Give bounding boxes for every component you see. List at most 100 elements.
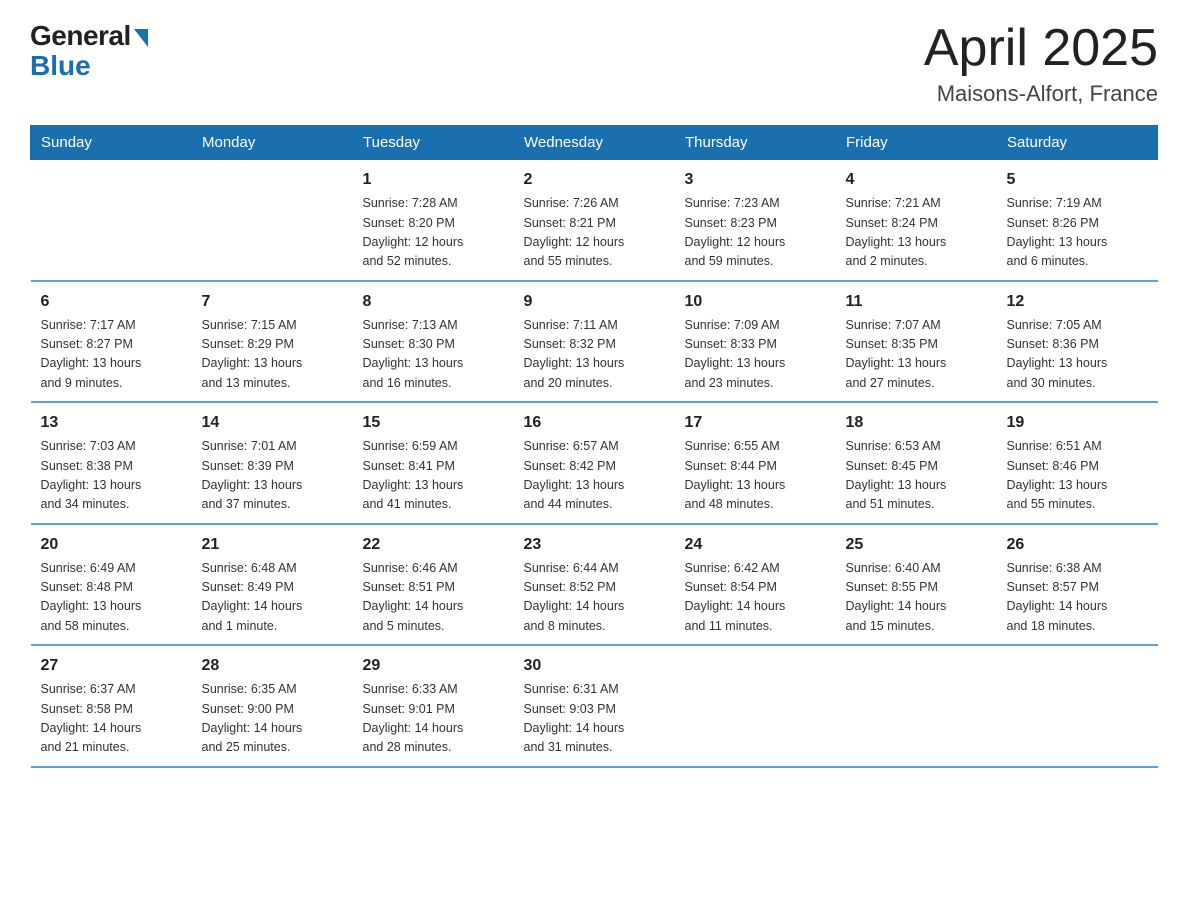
day-info: Sunrise: 7:26 AMSunset: 8:21 PMDaylight:…: [524, 194, 665, 272]
week-row-2: 6Sunrise: 7:17 AMSunset: 8:27 PMDaylight…: [31, 281, 1158, 403]
month-year-title: April 2025: [924, 20, 1158, 77]
day-number: 14: [202, 411, 343, 435]
weekday-header-friday: Friday: [836, 126, 997, 160]
week-row-1: 1Sunrise: 7:28 AMSunset: 8:20 PMDaylight…: [31, 160, 1158, 281]
day-info: Sunrise: 6:51 AMSunset: 8:46 PMDaylight:…: [1007, 437, 1148, 515]
calendar-cell: 20Sunrise: 6:49 AMSunset: 8:48 PMDayligh…: [31, 524, 192, 646]
day-number: 19: [1007, 411, 1148, 435]
day-info: Sunrise: 7:03 AMSunset: 8:38 PMDaylight:…: [41, 437, 182, 515]
day-number: 23: [524, 533, 665, 557]
calendar-cell: 11Sunrise: 7:07 AMSunset: 8:35 PMDayligh…: [836, 281, 997, 403]
day-number: 1: [363, 168, 504, 192]
calendar-header: SundayMondayTuesdayWednesdayThursdayFrid…: [31, 126, 1158, 160]
calendar-cell: 25Sunrise: 6:40 AMSunset: 8:55 PMDayligh…: [836, 524, 997, 646]
day-info: Sunrise: 6:44 AMSunset: 8:52 PMDaylight:…: [524, 559, 665, 637]
day-number: 29: [363, 654, 504, 678]
calendar-cell: 29Sunrise: 6:33 AMSunset: 9:01 PMDayligh…: [353, 645, 514, 767]
calendar-cell: 14Sunrise: 7:01 AMSunset: 8:39 PMDayligh…: [192, 402, 353, 524]
day-number: 20: [41, 533, 182, 557]
calendar-cell: 15Sunrise: 6:59 AMSunset: 8:41 PMDayligh…: [353, 402, 514, 524]
weekday-header-thursday: Thursday: [675, 126, 836, 160]
day-number: 10: [685, 290, 826, 314]
logo-arrow-icon: [134, 29, 148, 47]
day-info: Sunrise: 7:17 AMSunset: 8:27 PMDaylight:…: [41, 316, 182, 394]
day-info: Sunrise: 6:33 AMSunset: 9:01 PMDaylight:…: [363, 680, 504, 758]
calendar-body: 1Sunrise: 7:28 AMSunset: 8:20 PMDaylight…: [31, 160, 1158, 767]
day-number: 13: [41, 411, 182, 435]
day-info: Sunrise: 7:07 AMSunset: 8:35 PMDaylight:…: [846, 316, 987, 394]
day-number: 15: [363, 411, 504, 435]
weekday-header-monday: Monday: [192, 126, 353, 160]
day-info: Sunrise: 6:46 AMSunset: 8:51 PMDaylight:…: [363, 559, 504, 637]
calendar-cell: 30Sunrise: 6:31 AMSunset: 9:03 PMDayligh…: [514, 645, 675, 767]
day-number: 3: [685, 168, 826, 192]
day-number: 16: [524, 411, 665, 435]
day-number: 12: [1007, 290, 1148, 314]
calendar-cell: 16Sunrise: 6:57 AMSunset: 8:42 PMDayligh…: [514, 402, 675, 524]
logo-general-text: General: [30, 20, 131, 52]
day-info: Sunrise: 6:57 AMSunset: 8:42 PMDaylight:…: [524, 437, 665, 515]
calendar-cell: 2Sunrise: 7:26 AMSunset: 8:21 PMDaylight…: [514, 160, 675, 281]
week-row-4: 20Sunrise: 6:49 AMSunset: 8:48 PMDayligh…: [31, 524, 1158, 646]
day-info: Sunrise: 7:23 AMSunset: 8:23 PMDaylight:…: [685, 194, 826, 272]
day-info: Sunrise: 6:55 AMSunset: 8:44 PMDaylight:…: [685, 437, 826, 515]
weekday-header-tuesday: Tuesday: [353, 126, 514, 160]
day-number: 6: [41, 290, 182, 314]
day-number: 11: [846, 290, 987, 314]
day-info: Sunrise: 6:48 AMSunset: 8:49 PMDaylight:…: [202, 559, 343, 637]
day-info: Sunrise: 7:09 AMSunset: 8:33 PMDaylight:…: [685, 316, 826, 394]
calendar-cell: [997, 645, 1158, 767]
calendar-cell: 17Sunrise: 6:55 AMSunset: 8:44 PMDayligh…: [675, 402, 836, 524]
day-number: 21: [202, 533, 343, 557]
day-info: Sunrise: 7:19 AMSunset: 8:26 PMDaylight:…: [1007, 194, 1148, 272]
calendar-cell: 21Sunrise: 6:48 AMSunset: 8:49 PMDayligh…: [192, 524, 353, 646]
day-number: 9: [524, 290, 665, 314]
week-row-3: 13Sunrise: 7:03 AMSunset: 8:38 PMDayligh…: [31, 402, 1158, 524]
calendar-cell: 18Sunrise: 6:53 AMSunset: 8:45 PMDayligh…: [836, 402, 997, 524]
day-info: Sunrise: 6:59 AMSunset: 8:41 PMDaylight:…: [363, 437, 504, 515]
week-row-5: 27Sunrise: 6:37 AMSunset: 8:58 PMDayligh…: [31, 645, 1158, 767]
weekday-header-saturday: Saturday: [997, 126, 1158, 160]
day-number: 4: [846, 168, 987, 192]
calendar-cell: [192, 160, 353, 281]
calendar-cell: 6Sunrise: 7:17 AMSunset: 8:27 PMDaylight…: [31, 281, 192, 403]
day-info: Sunrise: 6:31 AMSunset: 9:03 PMDaylight:…: [524, 680, 665, 758]
logo-blue-text: Blue: [30, 50, 91, 82]
calendar-cell: 22Sunrise: 6:46 AMSunset: 8:51 PMDayligh…: [353, 524, 514, 646]
location-subtitle: Maisons-Alfort, France: [924, 81, 1158, 107]
weekday-header-wednesday: Wednesday: [514, 126, 675, 160]
calendar-cell: 7Sunrise: 7:15 AMSunset: 8:29 PMDaylight…: [192, 281, 353, 403]
calendar-cell: 23Sunrise: 6:44 AMSunset: 8:52 PMDayligh…: [514, 524, 675, 646]
weekday-header-sunday: Sunday: [31, 126, 192, 160]
day-info: Sunrise: 6:49 AMSunset: 8:48 PMDaylight:…: [41, 559, 182, 637]
logo: General Blue: [30, 20, 148, 82]
day-number: 7: [202, 290, 343, 314]
calendar-cell: 10Sunrise: 7:09 AMSunset: 8:33 PMDayligh…: [675, 281, 836, 403]
day-number: 24: [685, 533, 826, 557]
day-info: Sunrise: 6:53 AMSunset: 8:45 PMDaylight:…: [846, 437, 987, 515]
day-number: 26: [1007, 533, 1148, 557]
calendar-cell: [31, 160, 192, 281]
day-number: 5: [1007, 168, 1148, 192]
weekday-header-row: SundayMondayTuesdayWednesdayThursdayFrid…: [31, 126, 1158, 160]
calendar-cell: 4Sunrise: 7:21 AMSunset: 8:24 PMDaylight…: [836, 160, 997, 281]
day-info: Sunrise: 6:35 AMSunset: 9:00 PMDaylight:…: [202, 680, 343, 758]
day-number: 2: [524, 168, 665, 192]
day-number: 30: [524, 654, 665, 678]
day-info: Sunrise: 7:13 AMSunset: 8:30 PMDaylight:…: [363, 316, 504, 394]
page-header: General Blue April 2025 Maisons-Alfort, …: [30, 20, 1158, 107]
day-number: 8: [363, 290, 504, 314]
calendar-cell: 26Sunrise: 6:38 AMSunset: 8:57 PMDayligh…: [997, 524, 1158, 646]
calendar-cell: 13Sunrise: 7:03 AMSunset: 8:38 PMDayligh…: [31, 402, 192, 524]
calendar-cell: 5Sunrise: 7:19 AMSunset: 8:26 PMDaylight…: [997, 160, 1158, 281]
calendar-cell: [836, 645, 997, 767]
day-info: Sunrise: 7:05 AMSunset: 8:36 PMDaylight:…: [1007, 316, 1148, 394]
day-info: Sunrise: 7:01 AMSunset: 8:39 PMDaylight:…: [202, 437, 343, 515]
calendar-cell: 24Sunrise: 6:42 AMSunset: 8:54 PMDayligh…: [675, 524, 836, 646]
calendar-cell: 1Sunrise: 7:28 AMSunset: 8:20 PMDaylight…: [353, 160, 514, 281]
day-info: Sunrise: 6:37 AMSunset: 8:58 PMDaylight:…: [41, 680, 182, 758]
day-number: 28: [202, 654, 343, 678]
day-number: 22: [363, 533, 504, 557]
day-number: 17: [685, 411, 826, 435]
title-section: April 2025 Maisons-Alfort, France: [924, 20, 1158, 107]
